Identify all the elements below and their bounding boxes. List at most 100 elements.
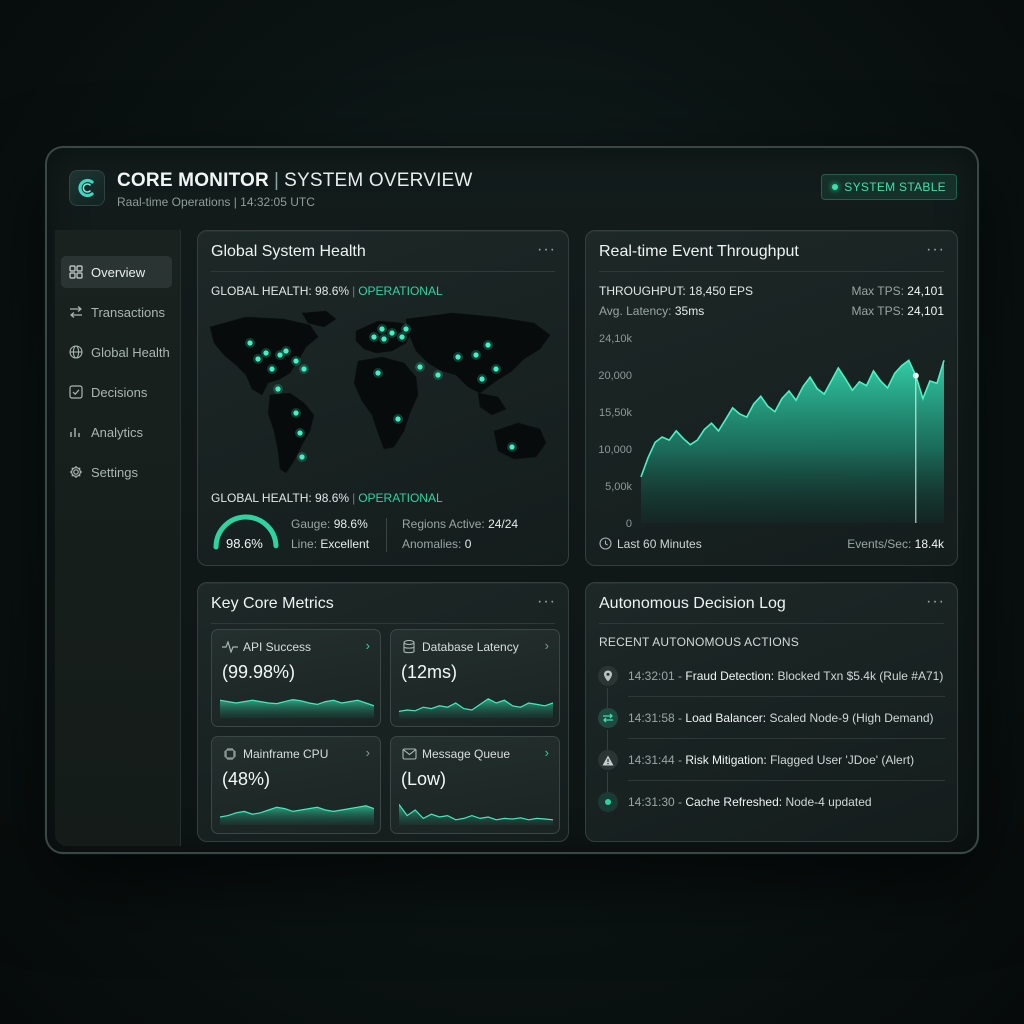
- metric-tile-message-queue[interactable]: Message Queue › (Low): [390, 736, 560, 834]
- log-entry-text: 14:31:30 - Cache Refreshed: Node-4 updat…: [628, 795, 872, 809]
- sidebar-item-label: Global Health: [91, 344, 170, 360]
- status-dot-icon: [832, 184, 839, 190]
- region-dot[interactable]: [417, 364, 423, 370]
- metric-label: Message Queue: [422, 747, 511, 761]
- region-dot[interactable]: [435, 372, 441, 378]
- log-entry-text: 14:32:01 - Fraud Detection: Blocked Txn …: [628, 669, 943, 683]
- region-dot[interactable]: [381, 336, 387, 342]
- gauge-value: 98.6%: [226, 536, 263, 551]
- gear-icon: [69, 465, 83, 479]
- region-dot[interactable]: [371, 334, 377, 340]
- region-dot[interactable]: [473, 352, 479, 358]
- app-subtitle: Raal-time Operations | 14:32:05 UTC: [117, 195, 315, 209]
- sidebar-item-analytics[interactable]: Analytics: [61, 416, 172, 448]
- regions-active-value: 24/24: [488, 517, 519, 531]
- region-dot[interactable]: [297, 430, 303, 436]
- chevron-right-icon[interactable]: ›: [545, 638, 549, 653]
- region-dot[interactable]: [403, 326, 409, 332]
- sparkline-area: [399, 804, 553, 825]
- log-entry[interactable]: 14:31:30 - Cache Refreshed: Node-4 updat…: [598, 781, 945, 823]
- location-pin-icon: [598, 666, 618, 686]
- more-menu-icon[interactable]: ···: [926, 593, 945, 611]
- sidebar-item-global-health[interactable]: Global Health: [61, 336, 172, 368]
- more-menu-icon[interactable]: ···: [537, 593, 556, 611]
- events-per-sec-label: Events/Sec:: [847, 537, 912, 551]
- events-per-sec-value: 18.4k: [914, 537, 944, 551]
- metric-tile-database-latency[interactable]: Database Latency › (12ms): [390, 629, 560, 727]
- chevron-right-icon[interactable]: ›: [366, 638, 370, 653]
- region-dot[interactable]: [269, 366, 275, 372]
- log-heading: RECENT AUTONOMOUS ACTIONS: [599, 635, 799, 649]
- sidebar-item-decisions[interactable]: Decisions: [61, 376, 172, 408]
- more-menu-icon[interactable]: ···: [537, 241, 556, 259]
- throughput-area-chart[interactable]: 24,10k 20,000 15,50k 10,000 5,00k 0: [586, 231, 959, 567]
- throughput-card: Real-time Event Throughput ··· THROUGHPU…: [585, 230, 958, 566]
- log-time: 14:31:44 -: [628, 753, 683, 767]
- region-dot[interactable]: [479, 376, 485, 382]
- log-entry[interactable]: 14:31:44 - Risk Mitigation: Flagged User…: [598, 739, 945, 792]
- region-dot[interactable]: [275, 386, 281, 392]
- decision-log-card: Autonomous Decision Log ··· RECENT AUTON…: [585, 582, 958, 842]
- region-dot[interactable]: [485, 342, 491, 348]
- log-detail: Scaled Node-9 (High Demand): [769, 711, 934, 725]
- metric-tile-mainframe-cpu[interactable]: Mainframe CPU › (48%): [211, 736, 381, 834]
- region-dot[interactable]: [455, 354, 461, 360]
- health-status-label: OPERATIONAL: [358, 284, 443, 298]
- sidebar-item-transactions[interactable]: Transactions: [61, 296, 172, 328]
- log-entry[interactable]: 14:32:01 - Fraud Detection: Blocked Txn …: [598, 655, 945, 708]
- regions-active-label: Regions Active:: [402, 517, 485, 531]
- chevron-right-icon[interactable]: ›: [366, 745, 370, 760]
- sidebar-item-label: Decisions: [91, 384, 148, 400]
- log-action: Load Balancer:: [685, 711, 767, 725]
- region-dot[interactable]: [399, 334, 405, 340]
- log-entry[interactable]: 14:31:58 - Load Balancer: Scaled Node-9 …: [598, 697, 945, 750]
- sidebar-item-overview[interactable]: Overview: [61, 256, 172, 288]
- dot-icon: [598, 792, 618, 812]
- region-dot[interactable]: [299, 454, 305, 460]
- region-dot[interactable]: [283, 348, 289, 354]
- world-map[interactable]: [206, 309, 560, 481]
- sidebar-item-label: Analytics: [91, 424, 144, 440]
- log-detail: Blocked Txn $5.4k (Rule #A71): [777, 669, 944, 683]
- y-axis-ticks: 24,10k 20,000 15,50k 10,000 5,00k 0: [598, 333, 632, 530]
- sparkline-line: [399, 804, 553, 821]
- events-per-sec: Events/Sec: 18.4k: [847, 537, 944, 551]
- chevron-right-icon[interactable]: ›: [545, 745, 549, 760]
- region-dot[interactable]: [395, 416, 401, 422]
- region-dot[interactable]: [379, 326, 385, 332]
- global-health-summary-top: GLOBAL HEALTH: 98.6% | OPERATIONAL: [211, 284, 443, 298]
- region-dot[interactable]: [293, 410, 299, 416]
- region-dot[interactable]: [293, 358, 299, 364]
- app-logo-icon[interactable]: [69, 170, 105, 206]
- card-title: Key Core Metrics: [211, 595, 334, 612]
- mail-icon: [401, 747, 417, 761]
- region-dot[interactable]: [389, 330, 395, 336]
- database-icon: [401, 640, 417, 654]
- log-entry-text: 14:31:58 - Load Balancer: Scaled Node-9 …: [628, 711, 934, 725]
- region-dot[interactable]: [301, 366, 307, 372]
- time-range[interactable]: Last 60 Minutes: [599, 537, 702, 551]
- key-metrics-card: Key Core Metrics ··· API Success › (99.9…: [197, 582, 569, 842]
- sidebar-item-settings[interactable]: Settings: [61, 456, 172, 488]
- metric-tile-api-success[interactable]: API Success › (99.98%): [211, 629, 381, 727]
- region-dot[interactable]: [255, 356, 261, 362]
- sidebar: Overview Transactions Global Health Deci…: [55, 230, 181, 846]
- region-dot[interactable]: [247, 340, 253, 346]
- gauge-readout: Gauge: 98.6%: [291, 517, 368, 531]
- region-dot[interactable]: [375, 370, 381, 376]
- metric-label: API Success: [243, 640, 312, 654]
- card-divider: [211, 271, 555, 272]
- sidebar-item-label: Settings: [91, 464, 138, 480]
- y-tick-label: 20,000: [598, 370, 632, 382]
- line-quality: Line: Excellent: [291, 537, 369, 551]
- global-health-value: GLOBAL HEALTH: 98.6%: [211, 284, 350, 298]
- metric-sparkline: [220, 805, 374, 825]
- app-title-separator: |: [273, 170, 280, 191]
- global-health-card: Global System Health ··· GLOBAL HEALTH: …: [197, 230, 569, 566]
- region-dot[interactable]: [509, 444, 515, 450]
- app-title: CORE MONITOR | SYSTEM OVERVIEW: [117, 170, 473, 192]
- gauge-readout-value: 98.6%: [333, 517, 368, 531]
- region-dot[interactable]: [493, 366, 499, 372]
- anomalies-value: 0: [464, 537, 472, 551]
- region-dot[interactable]: [263, 350, 269, 356]
